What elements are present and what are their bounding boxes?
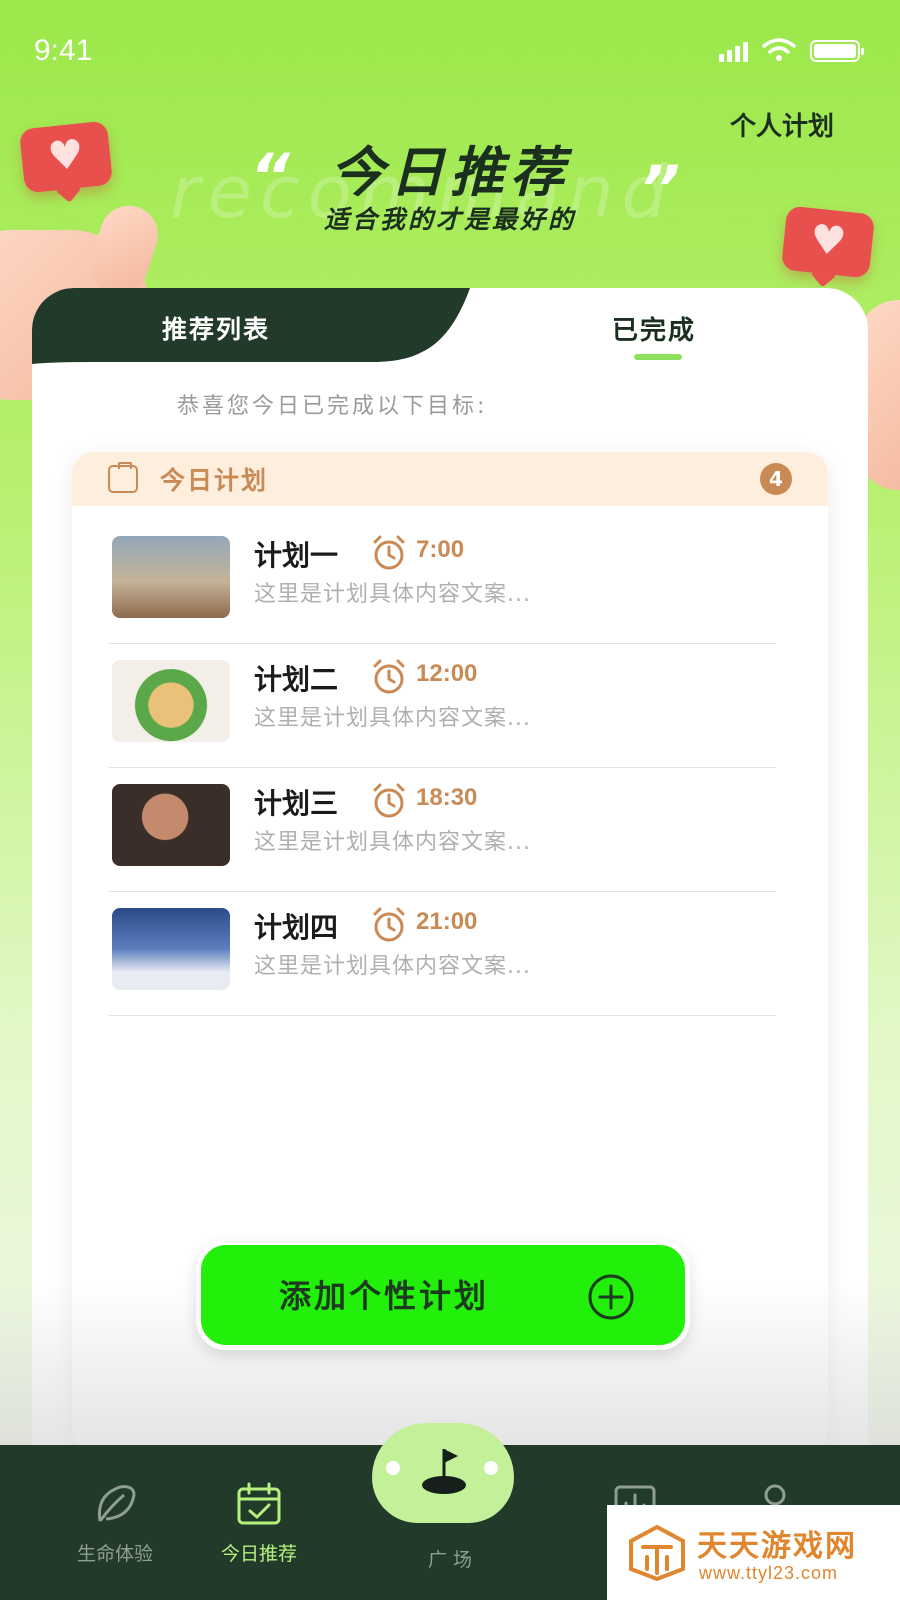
status-time: 9:41 — [34, 34, 93, 67]
plan-item[interactable]: 计划二 12:00 这里是计划具体内容文案... — [108, 644, 776, 768]
plan-name: 计划二 — [254, 663, 339, 696]
sleeping-photo — [112, 908, 230, 990]
plus-circle-icon — [588, 1274, 634, 1320]
clipboard-icon — [108, 462, 138, 493]
tab-dark-shape — [32, 288, 470, 364]
nav-square[interactable]: 广 场 — [375, 1537, 525, 1572]
dumbbell-photo — [112, 784, 230, 866]
tab-recommend-list[interactable]: 推荐列表 — [32, 288, 512, 364]
plan-time: 18:30 — [416, 784, 478, 811]
plan-time: 12:00 — [416, 660, 478, 687]
hero-banner: recommand “ ” 今日推荐 适合我的才是最好的 — [0, 120, 900, 250]
signal-icon — [719, 40, 748, 62]
bump-dot — [484, 1461, 498, 1475]
nav-label: 广 场 — [427, 1549, 473, 1571]
bump-dot — [386, 1461, 400, 1475]
plan-item[interactable]: 计划一 7:00 这里是计划具体内容文案... — [108, 520, 776, 644]
alarm-clock-icon — [373, 659, 405, 694]
alarm-clock-icon — [373, 783, 405, 818]
alarm-clock-icon — [373, 907, 405, 942]
add-custom-plan-button[interactable]: 添加个性计划 — [196, 1240, 690, 1350]
tab-completed[interactable]: 已完成 — [612, 310, 696, 347]
wifi-icon — [762, 38, 796, 61]
site-name: 天天游戏网 — [697, 1529, 857, 1564]
congrats-text: 恭喜您今日已完成以下目标: — [177, 394, 488, 419]
status-bar: 9:41 — [0, 0, 900, 100]
plan-name: 计划一 — [254, 539, 339, 572]
nav-label: 今日推荐 — [220, 1543, 297, 1565]
plan-time: 21:00 — [416, 908, 478, 935]
nav-label: 生命体验 — [76, 1543, 153, 1565]
plan-desc: 这里是计划具体内容文案... — [254, 954, 531, 979]
nav-today-recommend[interactable]: 今日推荐 — [184, 1481, 334, 1566]
salad-photo — [112, 660, 230, 742]
count-badge: 4 — [760, 463, 792, 495]
alarm-clock-icon — [373, 535, 405, 570]
card-title: 今日计划 — [160, 466, 269, 495]
site-url: www.ttyl23.com — [699, 1563, 839, 1583]
plan-name: 计划四 — [254, 911, 339, 944]
leaf-icon — [97, 1485, 136, 1522]
nav-life-experience[interactable]: 生命体验 — [40, 1481, 190, 1566]
card-header: 今日计划 4 — [72, 452, 828, 506]
plan-desc: 这里是计划具体内容文案... — [254, 830, 531, 855]
plan-time: 7:00 — [416, 536, 465, 563]
plan-name: 计划三 — [254, 787, 339, 820]
plan-item[interactable]: 计划三 18:30 这里是计划具体内容文案... — [108, 768, 776, 892]
status-icons — [719, 38, 864, 62]
tab-recommend-list-label: 推荐列表 — [162, 315, 271, 344]
page-subtitle: 适合我的才是最好的 — [323, 205, 576, 234]
site-watermark: 天天游戏网 www.ttyl23.com — [607, 1505, 900, 1600]
page-title: 今日推荐 — [330, 141, 570, 204]
plan-item[interactable]: 计划四 21:00 这里是计划具体内容文案... — [108, 892, 776, 1016]
site-logo-icon — [629, 1524, 685, 1581]
golf-flag-icon — [422, 1449, 466, 1494]
plan-desc: 这里是计划具体内容文案... — [254, 706, 531, 731]
tab-active-indicator — [634, 354, 682, 360]
add-custom-plan-label: 添加个性计划 — [279, 1277, 490, 1315]
plan-list: 计划一 7:00 这里是计划具体内容文案... 计划二 12:00 这里是计划具… — [108, 520, 776, 1016]
runner-photo — [112, 536, 230, 618]
battery-icon — [810, 40, 864, 62]
calendar-check-icon — [237, 1482, 281, 1525]
plan-desc: 这里是计划具体内容文案... — [254, 582, 531, 607]
nav-center-bump[interactable] — [372, 1423, 514, 1523]
